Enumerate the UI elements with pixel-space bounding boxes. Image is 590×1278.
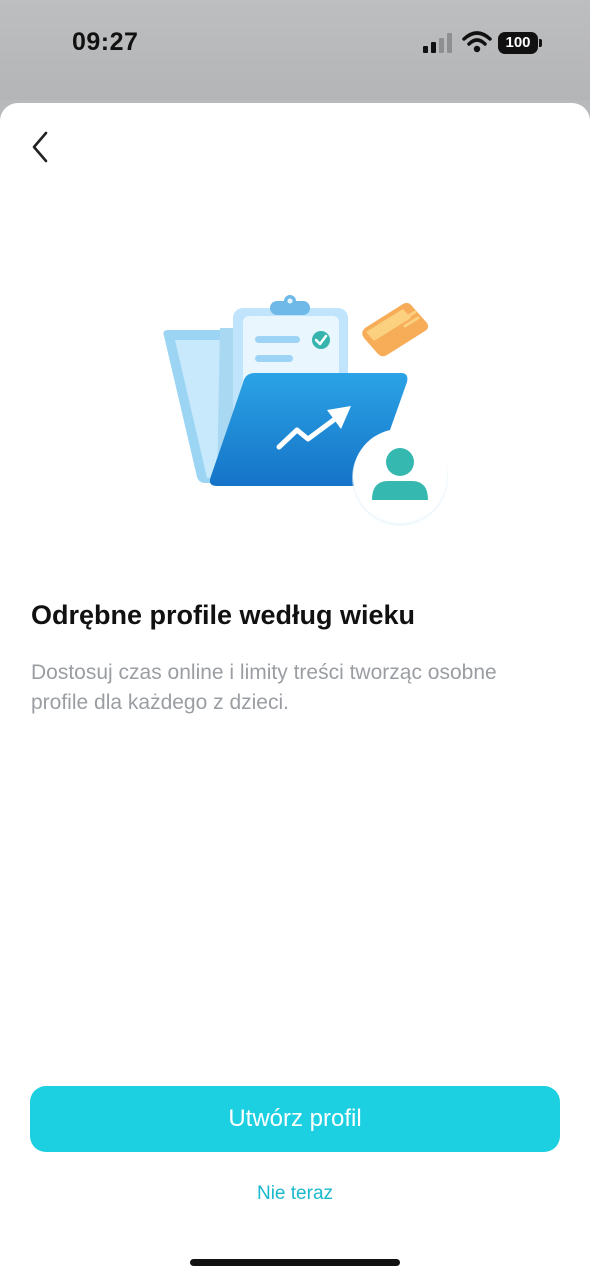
page-description: Dostosuj czas online i limity treści two…: [31, 661, 497, 714]
battery-icon: 100: [498, 32, 542, 54]
profiles-illustration: [163, 295, 448, 526]
chevron-left-icon: [32, 131, 48, 163]
wifi-icon: [462, 31, 492, 53]
home-indicator: [190, 1259, 400, 1266]
signal-icon: [423, 33, 452, 53]
back-button[interactable]: [22, 127, 62, 167]
status-bar: 09:27 100: [0, 0, 590, 100]
user-avatar-icon: [352, 429, 448, 526]
create-profile-button[interactable]: Utwórz profil: [30, 1086, 560, 1152]
card-icon: [362, 302, 429, 357]
onboarding-sheet: Odrębne profile według wieku Dostosuj cz…: [0, 103, 590, 1278]
check-icon: [312, 331, 330, 349]
status-time: 09:27: [72, 28, 139, 56]
page-title: Odrębne profile według wieku: [31, 600, 416, 630]
not-now-link[interactable]: Nie teraz: [0, 1183, 590, 1205]
